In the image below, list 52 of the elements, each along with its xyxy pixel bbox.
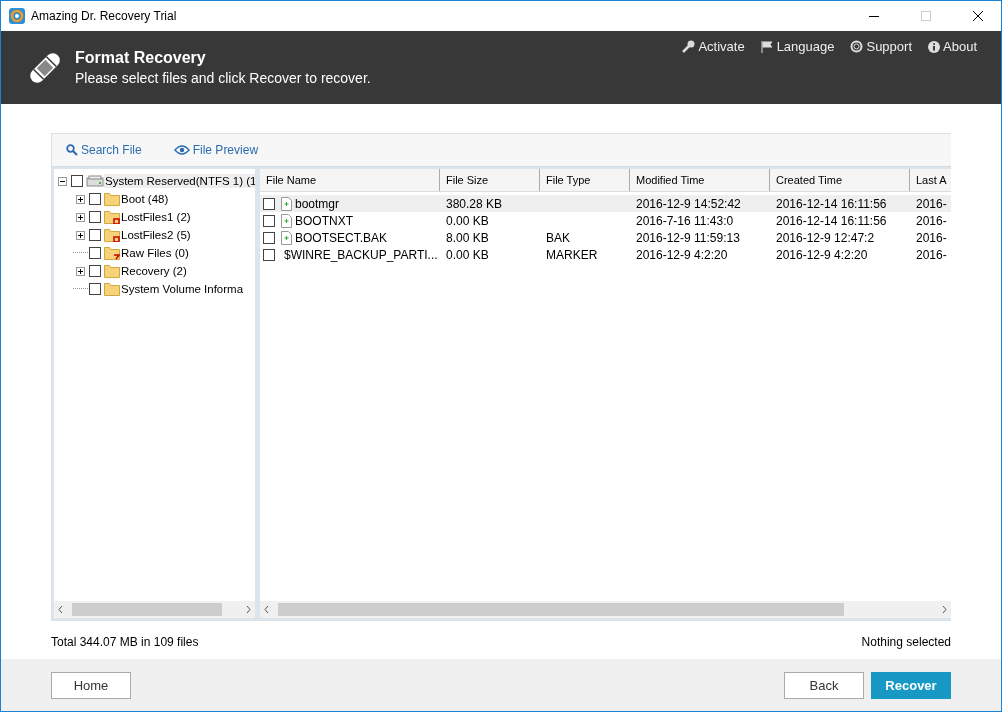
toolbar-button[interactable]: Search File	[81, 143, 142, 157]
table-cell: BOOTNXT	[295, 213, 353, 228]
table-cell: 2016-12-9 4:2:20	[776, 247, 868, 262]
table-cell: 2016-7-16 11:43:0	[636, 213, 734, 228]
tree-item[interactable]: Recovery (2)	[120, 264, 188, 278]
table-cell: BAK	[546, 230, 570, 245]
header-link[interactable]: Support	[866, 39, 912, 54]
window-title: Amazing Dr. Recovery Trial	[31, 9, 178, 23]
table-cell: 2016-	[916, 230, 947, 245]
table-cell: 2016-	[916, 247, 947, 262]
table-cell: 2016-	[916, 196, 947, 211]
table-cell: 2016-12-9 4:2:20	[636, 247, 728, 262]
table-row[interactable]: BOOTNXT 0.00 KB 2016-7-16 11:43:0 2016-12-14 16:11:56 2016-	[260, 212, 951, 229]
header-link[interactable]: Language	[776, 39, 835, 54]
tree-item[interactable]: System Reserved(NTFS 1) (1	[104, 174, 255, 188]
tree-item[interactable]: LostFiles2 (5)	[120, 228, 192, 242]
back-button[interactable]: Back	[784, 671, 864, 699]
selection-status: Nothing selected	[861, 635, 951, 649]
table-cell: 380.28 KB	[446, 196, 503, 211]
column-header[interactable]: Modified Time	[630, 169, 770, 191]
tree-item[interactable]: Raw Files (0)	[120, 246, 190, 260]
tree-item[interactable]: System Volume Informa	[120, 282, 245, 296]
table-cell: 2016-12-9 11:59:13	[636, 230, 740, 245]
column-header[interactable]: Last A	[910, 169, 951, 191]
table-cell: 0.00 KB	[446, 247, 489, 262]
table-cell: 0.00 KB	[446, 213, 489, 228]
table-cell: $WINRE_BACKUP_PARTI...	[284, 247, 438, 262]
table-row[interactable]: BOOTSECT.BAK 8.00 KB BAK 2016-12-9 11:59:13 2016-12-9 12:47:2 2016-	[260, 229, 951, 246]
tree-item[interactable]: LostFiles1 (2)	[120, 210, 192, 224]
toolbar-button[interactable]: File Preview	[192, 143, 259, 157]
page-title: Format Recovery	[75, 49, 207, 67]
page-subtitle: Please select files and click Recover to recover.	[75, 70, 372, 86]
tree-item[interactable]: Boot (48)	[120, 192, 170, 206]
column-header[interactable]: File Name	[260, 169, 440, 191]
status-text: Total 344.07 MB in 109 files	[51, 635, 199, 649]
header-link[interactable]: Activate	[698, 39, 745, 54]
table-cell: 8.00 KB	[446, 230, 489, 245]
column-header[interactable]: File Size	[440, 169, 540, 191]
table-cell: 2016-12-9 12:47:2	[776, 230, 875, 245]
table-cell: BOOTSECT.BAK	[295, 230, 388, 245]
table-cell: 2016-12-14 16:11:56	[776, 196, 887, 211]
table-row[interactable]: bootmgr 380.28 KB 2016-12-9 14:52:42 2016-12-14 16:11:56 2016-	[260, 195, 951, 212]
column-header[interactable]: Created Time	[770, 169, 910, 191]
table-cell: 2016-12-9 14:52:42	[636, 196, 741, 211]
home-button[interactable]: Home	[51, 671, 131, 699]
table-cell: MARKER	[546, 247, 598, 262]
table-cell: 2016-12-14 16:11:56	[776, 213, 887, 228]
table-cell: bootmgr	[295, 196, 340, 211]
column-header[interactable]: File Type	[540, 169, 630, 191]
table-row[interactable]: $WINRE_BACKUP_PARTI... 0.00 KB MARKER 2016-12-9 4:2:20 2016-12-9 4:2:20 2016-	[260, 246, 951, 263]
header-link[interactable]: About	[943, 39, 977, 54]
table-cell: 2016-	[916, 213, 947, 228]
